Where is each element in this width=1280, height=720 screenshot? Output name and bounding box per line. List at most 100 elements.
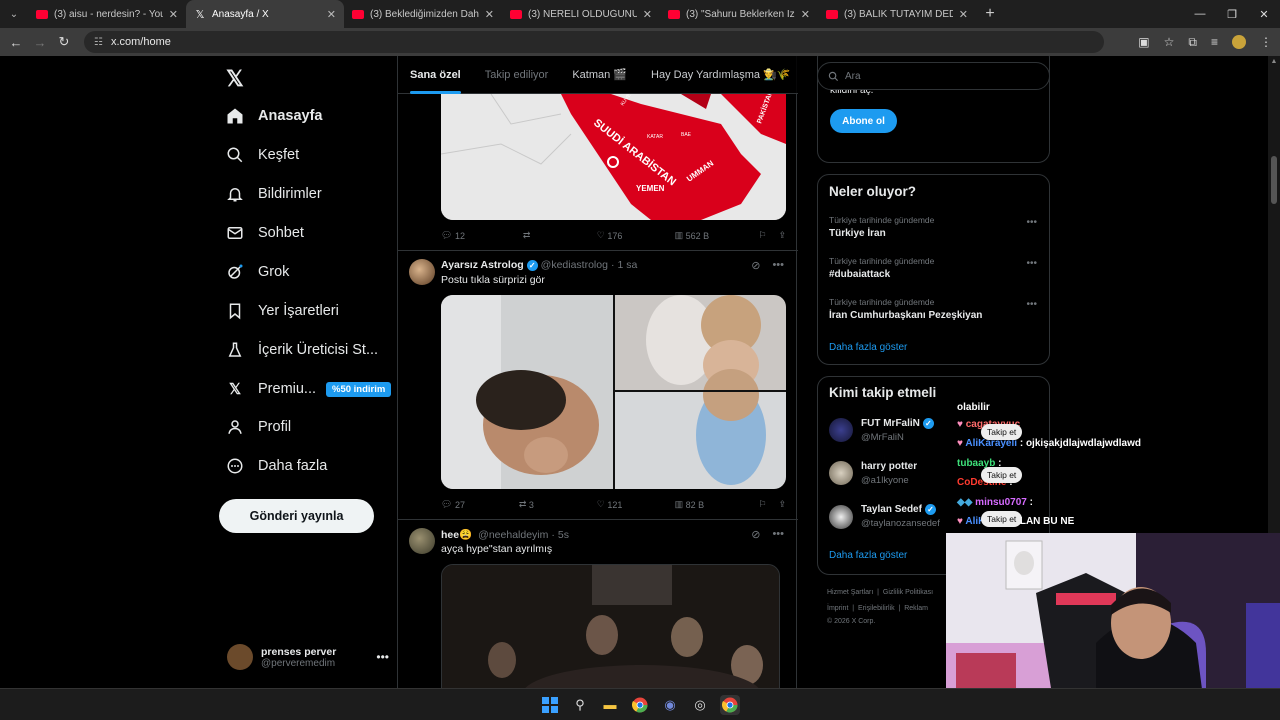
x-logo-icon[interactable]: 𝕏 <box>226 66 244 92</box>
more-dots-icon[interactable]: ••• <box>1026 217 1037 228</box>
follow-suggestion-name[interactable]: FUT MrFaliN ✓ <box>861 418 934 429</box>
close-icon[interactable]: ✕ <box>169 8 178 21</box>
grok-icon[interactable]: ⊘ <box>751 528 760 541</box>
browser-tab[interactable]: (3) BALIK TUTAYIM DEDİM BAL ✕ <box>818 0 976 28</box>
browser-tab[interactable]: (3) "Sahuru Beklerken İzlemelik ✕ <box>660 0 818 28</box>
tab-following[interactable]: Takip ediliyor <box>473 69 561 81</box>
footer-link[interactable]: Reklam <box>904 605 928 612</box>
more-dots-icon[interactable]: ••• <box>1026 299 1037 310</box>
subscribe-button[interactable]: Abone ol <box>830 109 897 133</box>
trend-name[interactable]: Türkiye İran <box>829 228 886 239</box>
sidebar-item-grok[interactable]: Grok <box>226 257 289 287</box>
follow-suggestion-name[interactable]: harry potter <box>861 461 917 472</box>
more-dots-icon[interactable]: ••• <box>772 528 784 541</box>
follow-button[interactable]: Takip et <box>981 511 1023 527</box>
close-icon[interactable]: ✕ <box>327 8 336 21</box>
footer-link[interactable]: Hizmet Şartları <box>827 589 873 596</box>
media-icon[interactable]: ≡ <box>1211 35 1218 49</box>
show-more-link[interactable]: Daha fazla göster <box>829 550 907 561</box>
sidebar-item-home[interactable]: Anasayfa <box>226 101 322 131</box>
chrome-active-icon[interactable] <box>720 694 740 715</box>
file-explorer-icon[interactable]: ▬ <box>600 695 620 715</box>
star-icon[interactable]: ☆ <box>1164 35 1175 49</box>
extensions-icon[interactable]: ⧉ <box>1188 35 1197 50</box>
reply-button[interactable]: 💬︎ 12 <box>441 230 523 241</box>
repost-button[interactable]: ⇄ <box>523 230 597 241</box>
browser-tab-active[interactable]: 𝕏 Anasayfa / X ✕ <box>186 0 344 28</box>
close-icon[interactable]: ✕ <box>643 8 652 21</box>
avatar[interactable] <box>409 259 435 285</box>
post-time[interactable]: 1 sa <box>617 259 637 271</box>
close-icon[interactable]: ✕ <box>485 8 494 21</box>
show-more-link[interactable]: Daha fazla göster <box>829 342 907 353</box>
forward-icon[interactable]: → <box>28 35 52 50</box>
discord-icon[interactable]: ◉ <box>660 695 680 715</box>
sidebar-item-notifications[interactable]: Bildirimler <box>226 179 322 209</box>
browser-tab[interactable]: (3) NERELİ OLDUĞUNU TAHMİ ✕ <box>502 0 660 28</box>
post-image-grid[interactable] <box>441 295 786 489</box>
restore-icon[interactable]: ❐ <box>1216 0 1248 28</box>
close-icon[interactable]: ✕ <box>801 8 810 21</box>
start-icon[interactable] <box>540 695 560 715</box>
chrome-icon[interactable] <box>630 695 650 715</box>
scrollbar-thumb[interactable] <box>1271 156 1277 204</box>
follow-suggestion-handle[interactable]: @MrFaliN <box>861 432 904 443</box>
sidebar-item-explore[interactable]: Keşfet <box>226 140 299 170</box>
footer-link[interactable]: Erişilebilirlik <box>858 605 895 612</box>
author-name[interactable]: hee😩 <box>441 528 472 541</box>
profile-avatar[interactable] <box>1232 35 1246 49</box>
account-switcher[interactable]: prenses perver @perveremedim ••• <box>227 644 397 670</box>
back-icon[interactable]: ← <box>4 35 28 50</box>
reload-icon[interactable]: ↻ <box>52 34 76 50</box>
more-dots-icon[interactable]: ••• <box>376 650 389 664</box>
sidebar-item-messages[interactable]: Sohbet <box>226 218 304 248</box>
url-field[interactable]: ☷ x.com/home <box>84 31 1104 53</box>
sidebar-item-premium[interactable]: 𝕏 Premiu... %50 indirim <box>226 374 392 404</box>
sidebar-item-bookmarks[interactable]: Yer İşaretleri <box>226 296 339 326</box>
author-name[interactable]: Ayarsız Astrolog <box>441 259 524 271</box>
sidebar-item-creator-studio[interactable]: İçerik Üreticisi St... <box>226 335 378 365</box>
sidebar-item-profile[interactable]: Profil <box>226 412 291 442</box>
browser-tab[interactable]: (3) Beklediğimizden Daha Sam ✕ <box>344 0 502 28</box>
cast-icon[interactable]: ▣ <box>1138 35 1149 49</box>
scroll-up-icon[interactable]: ▲ <box>1268 58 1280 65</box>
footer-link[interactable]: İmprint <box>827 605 848 612</box>
avatar[interactable] <box>829 505 853 529</box>
follow-button[interactable]: Takip et <box>981 467 1023 483</box>
avatar[interactable] <box>409 528 435 554</box>
tab-for-you[interactable]: Sana özel <box>398 69 473 94</box>
search-icon[interactable]: ⚲ <box>570 695 590 715</box>
browser-tab[interactable]: (3) aisu - nerdesin? - YouTube ✕ <box>28 0 186 28</box>
tab-hay-day[interactable]: Hay Day Yardımlaşma 👨‍🌾🌾 <box>639 68 802 81</box>
bookmark-icon[interactable]: ⚐ <box>758 230 778 241</box>
follow-suggestion-handle[interactable]: @a1lkyone <box>861 475 909 486</box>
menu-icon[interactable]: ⋮ <box>1260 35 1272 49</box>
more-dots-icon[interactable]: ••• <box>772 259 784 272</box>
views-button[interactable]: ▥ 562 B <box>675 230 759 241</box>
author-handle[interactable]: @neehaldeyim <box>478 529 548 541</box>
trend-name[interactable]: İran Cumhurbaşkanı Pezeşkiyan <box>829 310 982 321</box>
tab-katman[interactable]: Katman 🎬 <box>560 68 639 81</box>
more-dots-icon[interactable]: ••• <box>1026 258 1037 269</box>
like-button[interactable]: ♡ 121 <box>597 499 675 510</box>
new-tab-button[interactable]: + <box>976 5 1004 23</box>
tab-search-dropdown[interactable]: ⌄ <box>0 0 28 28</box>
bookmark-icon[interactable]: ⚐ <box>758 499 778 510</box>
follow-button[interactable]: Takip et <box>981 424 1023 440</box>
follow-suggestion-handle[interactable]: @taylanozansedef <box>861 518 940 529</box>
sidebar-item-more[interactable]: Daha fazla <box>226 451 327 481</box>
share-icon[interactable]: ⇪ <box>778 499 786 510</box>
post-image-map[interactable]: SUUDİ ARABİSTAN YEMEN UMMAN KATAR BAE KU… <box>441 94 786 220</box>
post-button[interactable]: Gönderi yayınla <box>219 499 374 533</box>
like-button[interactable]: ♡ 176 <box>597 230 675 241</box>
post-video[interactable] <box>441 564 780 688</box>
reply-button[interactable]: 💬︎ 27 <box>441 499 519 510</box>
close-window-icon[interactable]: ✕ <box>1248 0 1280 28</box>
grok-icon[interactable]: ⊘ <box>751 259 760 272</box>
follow-suggestion-name[interactable]: Taylan Sedef ✓ <box>861 504 936 515</box>
footer-link[interactable]: Gizlilik Politikası <box>883 589 933 596</box>
avatar[interactable] <box>829 461 853 485</box>
share-icon[interactable]: ⇪ <box>778 230 786 241</box>
minimize-icon[interactable]: — <box>1184 0 1216 28</box>
author-handle[interactable]: @kediastrolog <box>541 259 608 271</box>
